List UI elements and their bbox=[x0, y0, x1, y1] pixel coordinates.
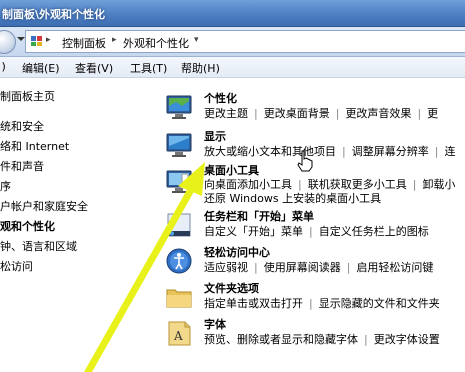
display-icon bbox=[166, 133, 192, 157]
category-title[interactable]: 个性化 bbox=[204, 90, 237, 106]
sidebar: 制面板主页 统和安全 络和 Internet 件和声音 序 户帐户和家庭安全 观… bbox=[0, 78, 150, 372]
link-uninstall-gadget[interactable]: 卸载小 bbox=[422, 178, 455, 191]
breadcrumb-dropdown-icon[interactable]: ▾ bbox=[194, 35, 199, 45]
menu-file[interactable]: ) bbox=[0, 60, 5, 73]
breadcrumb-control-panel[interactable]: 控制面板 bbox=[62, 35, 106, 51]
category-links: 预览、删除或者显示和隐藏字体 | 更改字体设置 bbox=[204, 333, 440, 346]
category-links: 适应弱视 | 使用屏幕阅读器 | 启用轻松访问键 bbox=[204, 261, 434, 274]
link-change-theme[interactable]: 更改主题 bbox=[204, 107, 248, 120]
sidebar-item-network[interactable]: 络和 Internet bbox=[0, 138, 69, 154]
link-make-text-larger[interactable]: 放大或缩小文本和其他项目 bbox=[204, 145, 336, 158]
breadcrumb-appearance[interactable]: 外观和个性化 bbox=[123, 35, 189, 51]
window-title: 制面板\外观和个性化 bbox=[2, 8, 106, 21]
menu-help[interactable]: 帮助(H) bbox=[181, 60, 220, 76]
link-restore-gadgets[interactable]: 还原 Windows 上安装的桌面小工具 bbox=[204, 192, 381, 205]
category-title[interactable]: 显示 bbox=[204, 128, 226, 144]
sidebar-item-user-accounts[interactable]: 户帐户和家庭安全 bbox=[0, 198, 88, 214]
category-title[interactable]: 文件夹选项 bbox=[204, 280, 259, 296]
svg-text:A: A bbox=[173, 329, 183, 343]
category-links: 自定义「开始」菜单 | 自定义任务栏上的图标 bbox=[204, 225, 429, 238]
category-links: 更改主题 | 更改桌面背景 | 更改声音效果 | 更 bbox=[204, 107, 439, 120]
breadcrumb-separator-icon[interactable]: ▸ bbox=[112, 35, 117, 45]
title-bar: 制面板\外观和个性化 bbox=[0, 0, 465, 27]
category-title[interactable]: 任务栏和「开始」菜单 bbox=[204, 208, 314, 224]
category-links: 放大或缩小文本和其他项目 | 调整屏幕分辨率 | 连 bbox=[204, 145, 456, 158]
sidebar-item-home[interactable]: 制面板主页 bbox=[0, 88, 55, 104]
category-title[interactable]: 轻松访问中心 bbox=[204, 244, 270, 260]
link-change-sounds[interactable]: 更改声音效果 bbox=[345, 107, 411, 120]
link-adjust-resolution[interactable]: 调整屏幕分辨率 bbox=[352, 145, 429, 158]
sidebar-item-ease-of-access[interactable]: 松访问 bbox=[0, 258, 33, 274]
sidebar-item-clock-language[interactable]: 钟、语言和区域 bbox=[0, 238, 77, 254]
link-single-double-click[interactable]: 指定单击或双击打开 bbox=[204, 297, 303, 310]
control-panel-icon bbox=[31, 36, 42, 46]
category-links-row2: 还原 Windows 上安装的桌面小工具 bbox=[204, 190, 381, 206]
sidebar-item-programs[interactable]: 序 bbox=[0, 178, 11, 194]
hand-cursor-icon bbox=[297, 150, 313, 172]
link-screen-reader[interactable]: 使用屏幕阅读器 bbox=[264, 261, 341, 274]
menu-view[interactable]: 查看(V) bbox=[75, 60, 113, 76]
link-more[interactable]: 更 bbox=[427, 107, 438, 120]
breadcrumb-separator-icon[interactable]: ▸ bbox=[46, 35, 51, 45]
sidebar-item-system-security[interactable]: 统和安全 bbox=[0, 118, 44, 134]
link-low-vision[interactable]: 适应弱视 bbox=[204, 261, 248, 274]
link-preview-fonts[interactable]: 预览、删除或者显示和隐藏字体 bbox=[204, 333, 358, 346]
category-links: 指定单击或双击打开 | 显示隐藏的文件和文件夹 bbox=[204, 297, 440, 310]
menu-edit[interactable]: 编辑(E) bbox=[22, 60, 60, 76]
link-customize-taskbar-icons[interactable]: 自定义任务栏上的图标 bbox=[319, 225, 429, 238]
taskbar-icon bbox=[167, 213, 191, 237]
main-content: 个性化 更改主题 | 更改桌面背景 | 更改声音效果 | 更 显示 放大或缩小文本和其他项目… bbox=[150, 78, 465, 372]
link-connect[interactable]: 连 bbox=[444, 145, 455, 158]
sidebar-item-hardware-sound[interactable]: 件和声音 bbox=[0, 158, 44, 174]
link-ease-access-keys[interactable]: 启用轻松访问键 bbox=[356, 261, 433, 274]
menu-bar: ) 编辑(E) 查看(V) 工具(T) 帮助(H) bbox=[0, 57, 465, 78]
menu-tools[interactable]: 工具(T) bbox=[130, 60, 167, 76]
personalization-icon bbox=[166, 95, 192, 119]
gadgets-icon bbox=[166, 170, 192, 193]
link-font-settings[interactable]: 更改字体设置 bbox=[374, 333, 440, 346]
fonts-icon: A bbox=[168, 321, 191, 346]
category-title[interactable]: 字体 bbox=[204, 316, 226, 332]
link-show-hidden-files[interactable]: 显示隐藏的文件和文件夹 bbox=[319, 297, 440, 310]
link-change-background[interactable]: 更改桌面背景 bbox=[264, 107, 330, 120]
address-bar: ▸ 控制面板 ▸ 外观和个性化 ▾ bbox=[0, 27, 465, 57]
link-customize-start[interactable]: 自定义「开始」菜单 bbox=[204, 225, 303, 238]
recent-pages-dropdown-icon[interactable] bbox=[17, 37, 25, 41]
folder-icon bbox=[166, 289, 192, 308]
ease-of-access-icon bbox=[166, 248, 192, 274]
address-field[interactable]: ▸ 控制面板 ▸ 外观和个性化 ▾ bbox=[25, 30, 465, 53]
back-button[interactable] bbox=[0, 30, 16, 54]
sidebar-item-appearance[interactable]: 观和个性化 bbox=[0, 218, 55, 234]
